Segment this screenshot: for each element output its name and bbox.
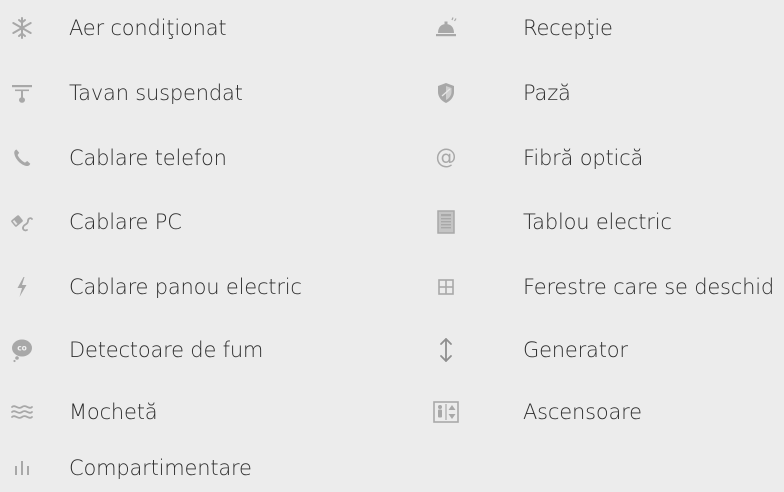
amenity-label: Cablare panou electric (69, 275, 302, 299)
amenity-label: Compartimentare (69, 456, 252, 480)
amenity-label: Ascensoare (523, 400, 642, 424)
amenities-list: Aer condiţionat Tavan suspendat Cablare … (0, 0, 784, 492)
reception-bell-icon (426, 8, 466, 48)
at-sign-icon: @ (426, 138, 466, 178)
lightning-icon (2, 267, 42, 307)
amenity-label: Mochetă (69, 400, 158, 424)
snowflake-icon (2, 8, 42, 48)
amenity-label: Pază (523, 81, 571, 105)
ceiling-lamp-icon (2, 73, 42, 113)
amenity-label: Fibră optică (523, 146, 644, 170)
phone-icon (2, 138, 42, 178)
elevator-icon (426, 392, 466, 432)
amenity-label: Generator (523, 338, 628, 362)
amenity-label: Tablou electric (523, 210, 672, 234)
amenity-label: Aer condiţionat (69, 16, 227, 40)
svg-text:co: co (17, 344, 27, 353)
smoke-detector-icon: co (2, 330, 42, 370)
window-icon (426, 267, 466, 307)
electrical-panel-icon (426, 202, 466, 242)
network-cable-icon (2, 202, 42, 242)
svg-text:@: @ (436, 146, 457, 169)
amenity-label: Detectoare de fum (69, 338, 264, 362)
partition-icon (2, 448, 42, 488)
security-shield-icon (426, 73, 466, 113)
carpet-waves-icon (2, 392, 42, 432)
amenity-label: Ferestre care se deschid (523, 275, 775, 299)
amenity-label: Cablare PC (69, 210, 182, 234)
amenity-label: Cablare telefon (69, 146, 227, 170)
amenity-label: Tavan suspendat (69, 81, 243, 105)
up-down-arrow-icon (426, 330, 466, 370)
amenity-label: Recepţie (523, 16, 613, 40)
